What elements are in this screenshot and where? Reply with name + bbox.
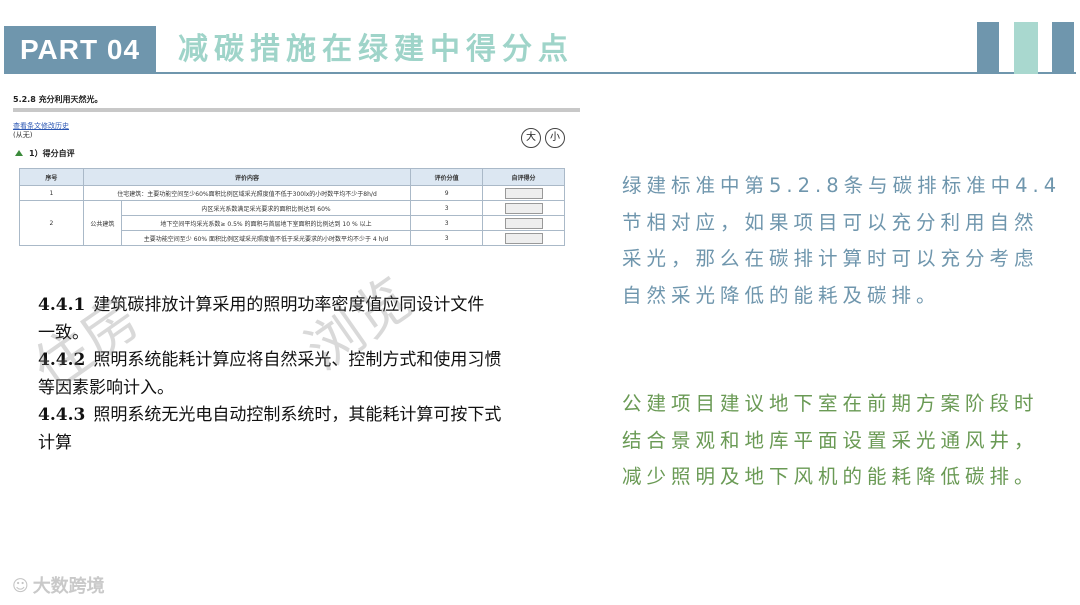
self-score-input[interactable] (504, 217, 543, 229)
row-content: 内区采光系数满足采光要求的面积比例达到 60% (120, 200, 412, 216)
standard-rule (13, 108, 580, 112)
row-no: 1 (19, 185, 84, 201)
row-score: 9 (410, 185, 484, 201)
explanation-paragraph-2: 公建项目建议地下室在前期方案阶段时结合景观和地库平面设置采光通风井，减少照明及地… (622, 392, 1039, 488)
clause-line: 等因素影响计入。 (38, 375, 568, 403)
row-score: 3 (410, 230, 484, 246)
explanation-paragraph-1: 绿建标准中第5.2.8条与碳排标准中4.4节相对应，如果项目可以充分利用自然采光… (622, 174, 1062, 307)
criteria-table: 序号 评价内容 评价分值 自评得分 1 住宅建筑：主要功能空间至少60%面积比例… (19, 168, 565, 246)
standard-screenshot: 5.2.8 充分利用天然光。 查看条文修改历史 (从无) 大 小 1）得分自评 … (5, 84, 580, 259)
clause-number: 4.4.3 (38, 405, 86, 425)
page-title: 减碳措施在绿建中得分点 (178, 32, 574, 67)
clause-text: 照明系统无光电自动控制系统时，其能耗计算可按下式 (93, 405, 502, 425)
col-header-no: 序号 (19, 168, 84, 186)
chat-bubble-icon: ☺ (12, 575, 29, 595)
row-score: 3 (410, 200, 484, 216)
clause-line: 4.4.3 照明系统无光电自动控制系统时，其能耗计算可按下式 (38, 402, 568, 430)
self-score-cell (482, 230, 565, 246)
row-content: 主要功能空间至少 60% 面积比例区域采光照度值不低于采光要求的小时数平均不少于… (120, 230, 412, 246)
self-score-input[interactable] (504, 187, 543, 199)
row-content: 地下空间平均采光系数≥ 0.5% 的面积与首层地下室面积的比例达到 10 % 以… (120, 215, 412, 231)
col-header-self-score: 自评得分 (482, 168, 565, 186)
clause-text: 计算 (38, 432, 72, 451)
row-score: 3 (410, 215, 484, 231)
history-note: (从无) (13, 131, 33, 139)
logo-text: 大数跨境 (32, 576, 105, 597)
font-size-small-button[interactable]: 小 (545, 128, 565, 148)
table-row: 2 公共建筑 内区采光系数满足采光要求的面积比例达到 60% 3 (19, 200, 565, 246)
row-category: 公共建筑 (82, 200, 122, 246)
decor-bar-middle (1014, 22, 1038, 74)
footer-logo: ☺ 大数跨境 (12, 572, 105, 598)
self-eval-title: 1）得分自评 (29, 149, 75, 158)
table-row: 1 住宅建筑：主要功能空间至少60%面积比例区域采光照度值不低于300lx的小时… (19, 185, 565, 201)
header-divider (4, 72, 1076, 74)
col-header-content: 评价内容 (82, 168, 412, 186)
self-score-cell (482, 185, 565, 201)
row-content: 住宅建筑：主要功能空间至少60%面积比例区域采光照度值不低于300lx的小时数平… (82, 185, 412, 201)
self-score-cell (482, 200, 565, 216)
self-score-input[interactable] (504, 202, 543, 214)
decor-bar-right (1052, 22, 1074, 74)
row-no: 2 (19, 200, 84, 246)
clause-text: 照明系统能耗计算应将自然采光、控制方式和使用习惯 (93, 350, 502, 370)
table-header-row: 序号 评价内容 评价分值 自评得分 (19, 168, 565, 186)
self-score-cell (482, 215, 565, 231)
clause-text: 建筑碳排放计算采用的照明功率密度值应同设计文件 (93, 295, 485, 315)
font-size-large-button[interactable]: 大 (521, 128, 541, 148)
col-header-score: 评价分值 (410, 168, 484, 186)
standard-heading: 5.2.8 充分利用天然光。 (13, 95, 103, 104)
part-badge: PART 04 (4, 26, 156, 74)
clause-line: 计算 (38, 430, 568, 451)
decor-bar-left (977, 22, 999, 74)
self-score-input[interactable] (504, 232, 543, 244)
collapse-triangle-icon[interactable] (15, 150, 23, 156)
